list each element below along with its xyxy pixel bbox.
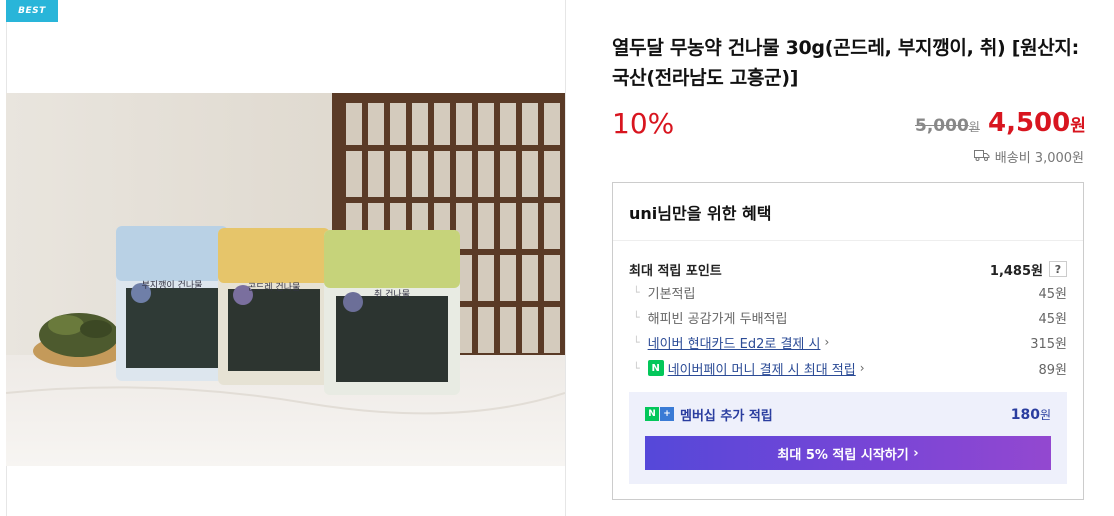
package-label-1: 부지깽이 건나물 bbox=[142, 280, 203, 291]
sale-price-value: 4,500 bbox=[988, 108, 1071, 138]
points-basic-label: 기본적립 bbox=[647, 286, 696, 302]
points-row-npay: └ N 네이버페이 머니 결제 시 최대 적립 › 89원 bbox=[629, 358, 1067, 378]
benefit-title: uni님만을 위한 혜택 bbox=[629, 204, 772, 223]
points-row-basic: └ 기본적립 45원 bbox=[629, 282, 1067, 302]
original-price: 5,000원 bbox=[915, 116, 980, 136]
points-happybean-label: 해피빈 공감가게 두배적립 bbox=[647, 311, 788, 327]
best-badge: BEST bbox=[6, 0, 58, 22]
max-points-row: 최대 적립 포인트 1,485원 ? bbox=[629, 259, 1067, 279]
points-row-happybean-label-wrap: └ 해피빈 공감가게 두배적립 bbox=[629, 308, 787, 327]
membership-value-wrap: 180원 bbox=[1011, 406, 1051, 423]
original-price-value: 5,000 bbox=[915, 116, 969, 136]
membership-value: 180 bbox=[1010, 406, 1040, 423]
discount-rate: 10% bbox=[612, 107, 675, 140]
chevron-right-icon: › bbox=[824, 335, 830, 349]
chevron-right-icon: › bbox=[859, 361, 865, 375]
points-row-npay-label-wrap: └ N 네이버페이 머니 결제 시 최대 적립 › bbox=[629, 359, 865, 378]
help-button[interactable]: ? bbox=[1049, 261, 1067, 277]
card-points-link[interactable]: 네이버 현대카드 Ed2로 결제 시 bbox=[648, 333, 821, 352]
tree-branch-icon: └ bbox=[633, 285, 640, 299]
start-membership-button[interactable]: 최대 5% 적립 시작하기 › bbox=[645, 436, 1051, 470]
membership-row: N + 멤버십 추가 적립 180원 bbox=[645, 404, 1051, 424]
points-card-value: 315원 bbox=[1030, 336, 1067, 352]
points-happybean-value: 45원 bbox=[1038, 311, 1067, 327]
chevron-right-icon: › bbox=[913, 445, 919, 461]
package-label-3: 취 건나물 bbox=[374, 289, 410, 300]
original-price-unit: 원 bbox=[968, 120, 980, 134]
max-points-value-wrap: 1,485원 ? bbox=[990, 260, 1067, 279]
start-membership-label: 최대 5% 적립 시작하기 bbox=[777, 447, 909, 463]
naver-plus-icon: N + bbox=[645, 407, 674, 421]
max-points-label: 최대 적립 포인트 bbox=[629, 263, 722, 279]
shipping-text: 배송비 3,000원 bbox=[994, 151, 1084, 166]
center-divider bbox=[565, 0, 566, 516]
points-basic-value: 45원 bbox=[1038, 286, 1067, 302]
package-label-2: 곤드레 건나물 bbox=[248, 282, 301, 293]
benefit-divider bbox=[613, 240, 1083, 241]
truck-icon bbox=[973, 149, 990, 165]
product-photo-illustration: 부지깽이 건나물 곤드레 건나물 취 건나물 bbox=[6, 93, 565, 466]
points-row-basic-label-wrap: └ 기본적립 bbox=[629, 283, 695, 302]
product-image[interactable]: 부지깽이 건나물 곤드레 건나물 취 건나물 bbox=[6, 93, 565, 466]
points-row-card-label-wrap: └ 네이버 현대카드 Ed2로 결제 시 › bbox=[629, 333, 829, 352]
product-title: 열두달 무농약 건나물 30g(곤드레, 부지깽이, 취) [원산지:국산(전라… bbox=[612, 37, 1079, 89]
benefit-box: uni님만을 위한 혜택 최대 적립 포인트 1,485원 ? └ 기본적립 45… bbox=[612, 182, 1084, 500]
tree-branch-icon: └ bbox=[633, 361, 640, 375]
membership-box: N + 멤버십 추가 적립 180원 최대 5% 적립 시작하기 › bbox=[629, 392, 1067, 484]
sale-price-unit: 원 bbox=[1070, 116, 1086, 136]
max-points-value: 1,485원 bbox=[989, 263, 1043, 279]
points-row-card: └ 네이버 현대카드 Ed2로 결제 시 › 315원 bbox=[629, 332, 1067, 352]
tree-branch-icon: └ bbox=[633, 310, 640, 324]
membership-unit: 원 bbox=[1039, 407, 1051, 422]
membership-label: 멤버십 추가 적립 bbox=[680, 408, 773, 424]
npay-points-link[interactable]: 네이버페이 머니 결제 시 최대 적립 bbox=[668, 359, 856, 378]
membership-label-wrap: N + 멤버십 추가 적립 bbox=[645, 405, 773, 424]
tree-branch-icon: └ bbox=[633, 335, 640, 349]
points-npay-value: 89원 bbox=[1038, 362, 1067, 378]
points-row-happybean: └ 해피빈 공감가게 두배적립 45원 bbox=[629, 307, 1067, 327]
npay-icon: N bbox=[647, 360, 664, 376]
sale-price: 4,500원 bbox=[988, 108, 1086, 138]
shipping-info: 배송비 3,000원 bbox=[973, 147, 1084, 166]
